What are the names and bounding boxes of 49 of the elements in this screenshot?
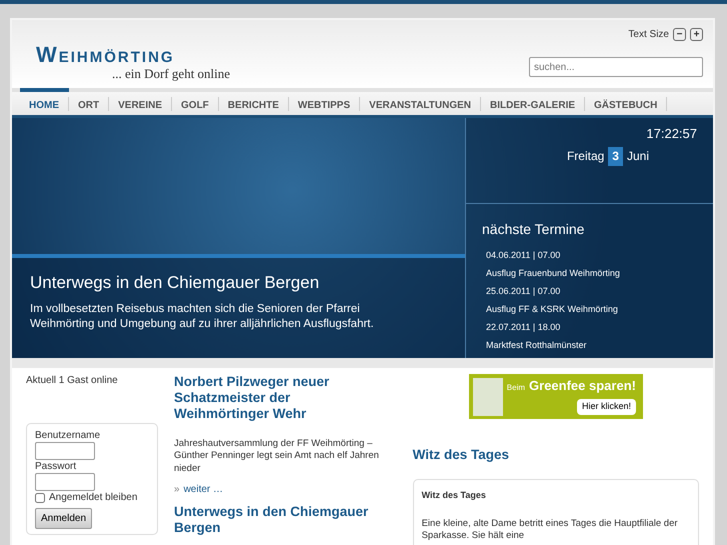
text-size-label: Text Size: [628, 28, 669, 41]
article-title[interactable]: Norbert Pilzweger neuer Schatzmeister der Weihmörtinger Wehr: [174, 374, 389, 422]
clock-time: 17:22:57: [646, 126, 697, 143]
password-field[interactable]: [35, 473, 95, 491]
decrease-text-button[interactable]: −: [673, 28, 686, 41]
nav-tab[interactable]: WEBTIPPS: [288, 97, 360, 111]
events-heading: nächste Termine: [482, 220, 586, 238]
nav-tab[interactable]: GOLF: [172, 97, 219, 111]
event-link[interactable]: Ausflug FF & KSRK Weihmörting: [482, 300, 697, 318]
joke-title: Witz des Tages: [422, 490, 487, 502]
event-link[interactable]: Ausflug Frauenbund Weihmörting: [482, 264, 697, 282]
photo-placeholder: [472, 378, 503, 416]
nav-tab[interactable]: HOME: [20, 97, 69, 111]
online-count: Aktuell 1 Gast online: [26, 374, 119, 387]
article-teaser: Jahreshautversammlung der FF Weihmörting – Günther Penninger legt sein Amt nach elf Jahren nieder: [174, 438, 380, 476]
more-marker: »: [174, 483, 180, 496]
search-field[interactable]: suchen...: [529, 57, 703, 77]
login-button[interactable]: Anmelden: [35, 508, 92, 529]
username-field[interactable]: [35, 442, 95, 460]
weekday: Freitag: [566, 148, 604, 164]
nav-tab[interactable]: VEREINE: [109, 97, 172, 111]
day-number: 3: [608, 146, 623, 166]
password-label: Passwort: [35, 460, 78, 473]
nav-tab[interactable]: BERICHTE: [218, 97, 289, 111]
event-date: 04.06.2011 | 07.00: [485, 249, 562, 262]
read-more-link[interactable]: weiter …: [184, 483, 224, 496]
remember-label: Angemeldet bleiben: [49, 491, 138, 504]
event-link[interactable]: Marktfest Rotthalmünster: [482, 336, 697, 354]
hero-title[interactable]: Unterwegs in den Chiemgauer Bergen: [30, 272, 447, 294]
remember-checkbox[interactable]: [35, 492, 45, 502]
article-title[interactable]: Unterwegs in den Chiemgauer Bergen: [174, 504, 389, 536]
nav-tab[interactable]: BILDER-GALERIE: [481, 97, 586, 111]
username-label: Benutzername: [35, 429, 102, 442]
nav-tab[interactable]: GÄSTEBUCH: [585, 97, 668, 111]
section-heading: Witz des Tages: [412, 447, 510, 463]
ad-headline: Greenfee sparen!: [529, 378, 636, 396]
joke-text: Eine kleine, alte Dame betritt eines Tages die Hauptfiliale der Sparkasse. Sie hält eine: [422, 518, 679, 542]
site-tagline: ... ein Dorf geht online: [112, 66, 230, 83]
ad-prefix: Beim: [506, 383, 526, 394]
event-date: 22.07.2011 | 18.00: [485, 321, 562, 334]
event-date: 25.06.2011 | 07.00: [485, 285, 562, 298]
month: Juni: [626, 148, 649, 164]
increase-text-button[interactable]: +: [690, 28, 703, 41]
ad-button[interactable]: Hier klicken!: [576, 399, 636, 415]
nav-tab[interactable]: VERANSTALTUNGEN: [360, 97, 482, 111]
hero-text: Im vollbesetzten Reisebus machten sich die Senioren der Pfarrei Weihmörting und Umgebung auf zu ihrer alljährlichen Ausflugsfahrt.: [30, 302, 375, 332]
site-logo[interactable]: Weihmörting: [36, 44, 230, 66]
advertisement-banner[interactable]: Beim Greenfee sparen! Hier klicken!: [468, 374, 643, 419]
nav-tab[interactable]: ORT: [69, 97, 110, 111]
